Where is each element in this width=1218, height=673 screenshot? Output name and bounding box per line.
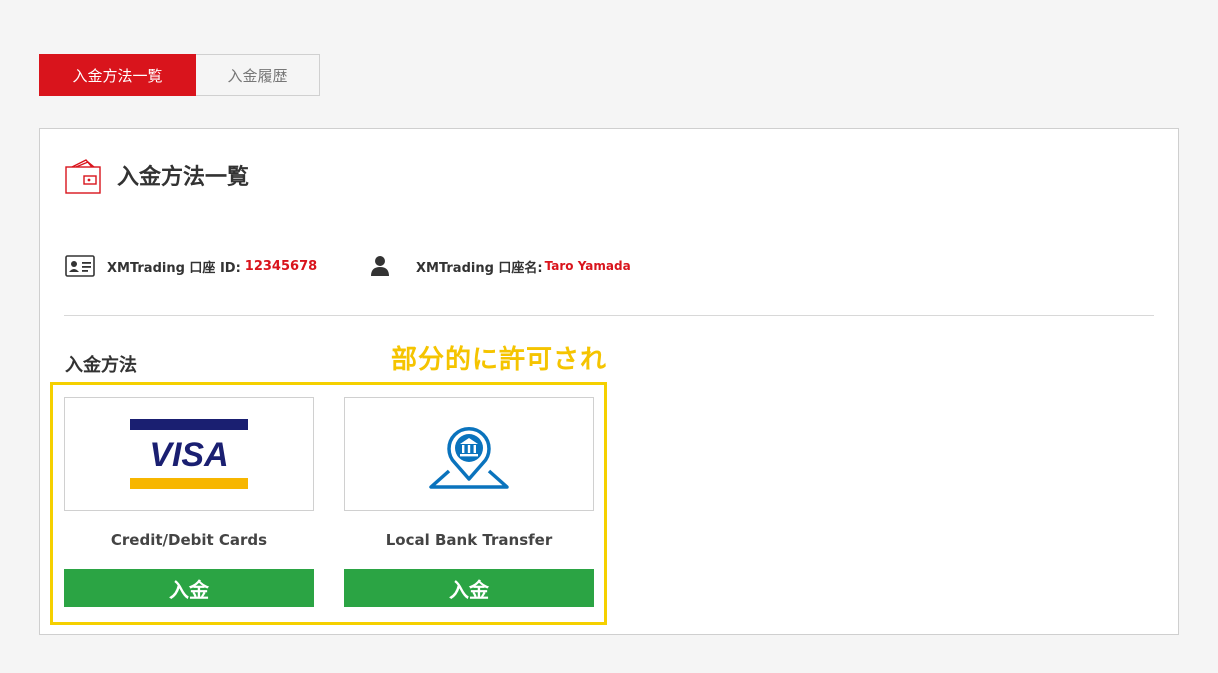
page-title: 入金方法一覧 xyxy=(117,165,250,190)
bank-logo-box xyxy=(344,397,594,511)
visa-logo-box: VISA xyxy=(64,397,314,511)
account-name-row: XMTrading 口座名: Taro Yamada xyxy=(370,255,631,277)
account-name-value: Taro Yamada xyxy=(544,259,631,273)
method-credit-card: VISA Credit/Debit Cards 入金 xyxy=(64,397,314,607)
account-name-label: XMTrading 口座名: xyxy=(416,260,543,276)
visa-logo: VISA xyxy=(130,419,248,489)
method-bank-transfer: Local Bank Transfer 入金 xyxy=(344,397,594,607)
user-icon xyxy=(371,256,389,276)
account-id-label: XMTrading 口座 ID: xyxy=(107,260,241,276)
id-card-icon xyxy=(65,255,95,277)
section-label: 入金方法 xyxy=(65,355,137,376)
annotation-label: 部分的に許可され xyxy=(391,345,608,375)
tab-deposit-history[interactable]: 入金履歴 xyxy=(196,54,320,96)
tab-deposit-methods[interactable]: 入金方法一覧 xyxy=(39,54,196,96)
tab-bar: 入金方法一覧 入金履歴 xyxy=(39,54,320,96)
visa-logo-text: VISA xyxy=(149,436,228,474)
account-id-row: XMTrading 口座 ID: 12345678 xyxy=(65,255,317,277)
divider xyxy=(64,315,1154,316)
method-name: Local Bank Transfer xyxy=(385,531,553,549)
bank-location-icon xyxy=(429,426,509,489)
deposit-panel: 入金方法一覧 XMTrading 口座 ID: 12345678 XMTradi… xyxy=(39,128,1179,635)
method-name: Credit/Debit Cards xyxy=(110,531,268,549)
deposit-button-credit-card[interactable]: 入金 xyxy=(64,569,314,607)
wallet-icon xyxy=(65,159,101,194)
account-id-value: 12345678 xyxy=(244,258,318,274)
deposit-button-bank-transfer[interactable]: 入金 xyxy=(344,569,594,607)
